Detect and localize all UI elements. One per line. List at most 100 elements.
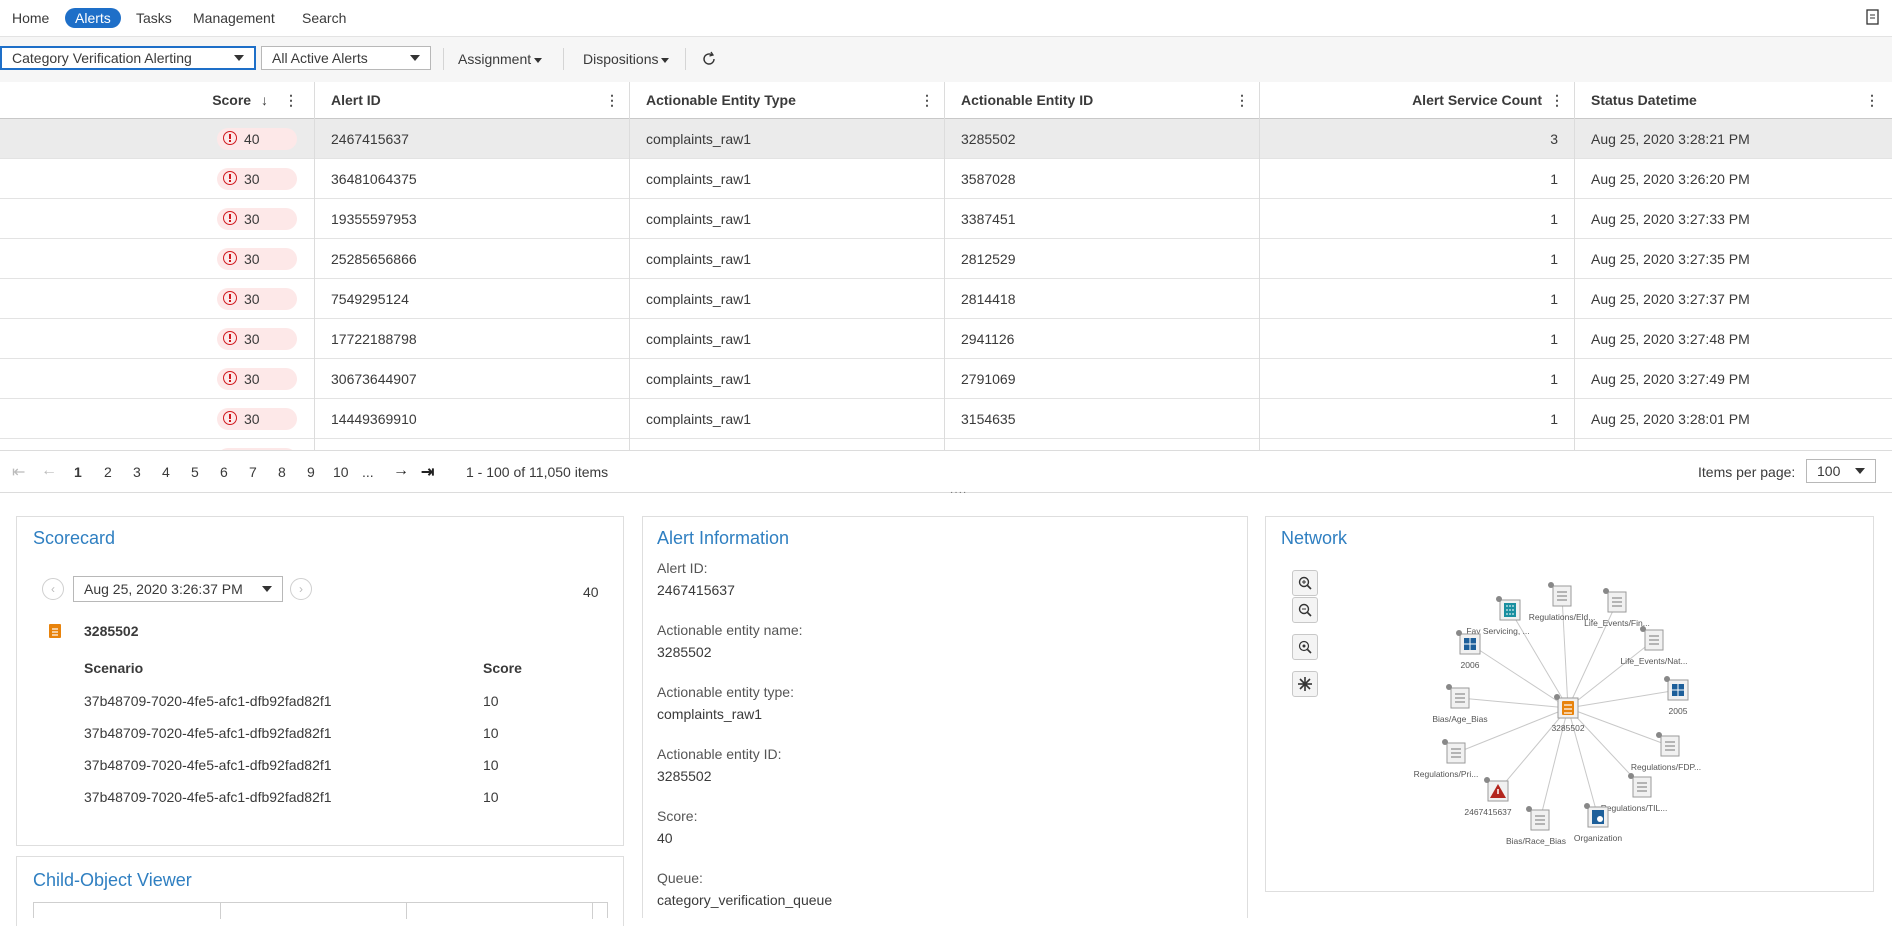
status-datetime-cell: Aug 25, 2020 3:28:01 PM — [1591, 411, 1750, 427]
network-node-building[interactable]: Fay Servicing, ... — [1466, 596, 1530, 636]
network-edge — [1459, 697, 1569, 709]
entity-id-cell: 3387451 — [961, 211, 1016, 227]
page-ellipsis[interactable]: ... — [362, 464, 374, 480]
child-object-viewer-title: Child-Object Viewer — [33, 870, 192, 890]
field-value: 2467415637 — [657, 582, 735, 598]
entity-id-cell: 3587028 — [961, 171, 1016, 187]
next-page-icon[interactable]: → — [393, 462, 409, 480]
table-row[interactable]: 30 17722188798 complaints_raw1 2941126 1 Aug … — [0, 319, 1892, 359]
table-row[interactable] — [0, 439, 1892, 450]
zoom-fit-button[interactable] — [1292, 634, 1318, 660]
column-menu-icon[interactable]: ⋮ — [920, 82, 934, 118]
column-header-alert-id[interactable]: Alert ID ⋮ — [315, 82, 629, 118]
page-number[interactable]: 2 — [104, 464, 112, 480]
scorecard-title: Scorecard — [33, 528, 116, 548]
page-number[interactable]: 1 — [74, 464, 82, 480]
nav-alerts[interactable]: Alerts — [65, 8, 121, 28]
table-row[interactable]: 30 36481064375 complaints_raw1 3587028 1 Aug … — [0, 159, 1892, 199]
column-header-score[interactable]: Score ↓ ⋮ — [0, 82, 314, 118]
column-menu-icon[interactable]: ⋮ — [1235, 82, 1249, 118]
items-per-page-select[interactable]: 100 — [1806, 459, 1876, 483]
snowflake-layout-icon — [1298, 677, 1312, 691]
field-label: Score: — [657, 808, 698, 824]
column-menu-icon[interactable]: ⋮ — [605, 82, 619, 118]
column-header-service-count[interactable]: Alert Service Count ⋮ — [1260, 82, 1574, 118]
layout-button[interactable] — [1292, 671, 1318, 697]
column-header-label: Alert Service Count — [1412, 92, 1542, 108]
nav-home[interactable]: Home — [2, 8, 59, 28]
column-divider — [314, 82, 315, 450]
network-graph[interactable]: Fay Servicing, ...Regulations/Eld...Life… — [1400, 570, 1760, 860]
table-row[interactable]: 30 25285656866 complaints_raw1 2812529 1 Aug … — [0, 239, 1892, 279]
service-count-cell: 3 — [1550, 131, 1558, 147]
table-row[interactable]: 30 19355597953 complaints_raw1 3387451 1 Aug … — [0, 199, 1892, 239]
top-navigation: Home Alerts Tasks Management Search — [0, 0, 1892, 37]
scorecard-date-select[interactable]: Aug 25, 2020 3:26:37 PM — [73, 576, 283, 602]
sort-descending-icon[interactable]: ↓ — [261, 92, 268, 108]
page-number[interactable]: 9 — [307, 464, 315, 480]
zoom-out-button[interactable] — [1292, 597, 1318, 623]
table-row[interactable]: 30 14449369910 complaints_raw1 3154635 1 Aug … — [0, 399, 1892, 439]
refresh-icon[interactable] — [701, 51, 717, 67]
zoom-out-icon — [1298, 603, 1312, 617]
zoom-in-icon — [1298, 576, 1312, 590]
nav-tasks[interactable]: Tasks — [126, 8, 182, 28]
network-node-grid[interactable]: 2005 — [1664, 676, 1689, 716]
column-header-entity-id[interactable]: Actionable Entity ID ⋮ — [945, 82, 1259, 118]
network-center-node[interactable]: 3285502 — [1551, 694, 1585, 733]
last-page-icon[interactable]: ⇥ — [421, 462, 434, 482]
scenario-score-cell: 10 — [483, 789, 499, 805]
dispositions-menu-button[interactable]: Dispositions — [583, 51, 670, 67]
table-row[interactable]: 40 2467415637 complaints_raw1 3285502 3 Aug 2… — [0, 119, 1892, 159]
page-number[interactable]: 3 — [133, 464, 141, 480]
network-node-document[interactable]: Regulations/Eld... — [1529, 582, 1596, 622]
page-number[interactable]: 10 — [333, 464, 349, 480]
network-node-label: Regulations/FDP... — [1631, 762, 1701, 772]
nav-search[interactable]: Search — [292, 8, 356, 28]
alert-filter-select[interactable]: All Active Alerts — [261, 46, 431, 70]
scenario-score-cell: 10 — [483, 757, 499, 773]
table-row[interactable]: 30 7549295124 complaints_raw1 2814418 1 Aug 2… — [0, 279, 1892, 319]
field-value: 40 — [657, 830, 673, 846]
column-menu-icon[interactable]: ⋮ — [1865, 82, 1879, 118]
network-node-document[interactable]: Regulations/Pri... — [1414, 739, 1479, 779]
column-header-entity-type[interactable]: Actionable Entity Type ⋮ — [630, 82, 944, 118]
alert-type-select[interactable]: Category Verification Alerting — [0, 46, 256, 70]
alert-circle-icon — [223, 131, 237, 145]
score-badge: 30 — [217, 408, 297, 430]
network-node-document[interactable]: Life_Events/Nat... — [1620, 626, 1688, 666]
first-page-icon[interactable]: ⇤ — [12, 462, 25, 482]
network-node-document[interactable]: Regulations/FDP... — [1631, 732, 1701, 772]
network-node-alert-triangle[interactable]: 2467415637 — [1464, 777, 1512, 817]
assignment-menu-button[interactable]: Assignment — [458, 51, 543, 67]
alerts-table: Score ↓ ⋮ Alert ID ⋮ Actionable Entity T… — [0, 82, 1892, 450]
network-node-label: Bias/Age_Bias — [1432, 714, 1487, 724]
nav-management[interactable]: Management — [183, 8, 285, 28]
score-value: 30 — [244, 291, 260, 307]
entity-type-cell: complaints_raw1 — [646, 211, 752, 227]
page-number[interactable]: 4 — [162, 464, 170, 480]
score-badge: 30 — [217, 368, 297, 390]
network-node-document[interactable]: Regulations/TIL... — [1601, 773, 1668, 813]
table-row[interactable]: 30 30673644907 complaints_raw1 2791069 1 Aug … — [0, 359, 1892, 399]
next-date-button[interactable]: › — [290, 578, 312, 600]
column-header-status-datetime[interactable]: Status Datetime ⋮ — [1575, 82, 1889, 118]
network-center-label: 3285502 — [1551, 723, 1584, 733]
report-icon[interactable] — [1866, 9, 1880, 25]
zoom-in-button[interactable] — [1292, 570, 1318, 596]
resize-handle[interactable]: ···· — [950, 487, 967, 498]
page-number[interactable]: 5 — [191, 464, 199, 480]
page-number[interactable]: 6 — [220, 464, 228, 480]
score-value: 30 — [244, 411, 260, 427]
network-node-grid[interactable]: 2006 — [1456, 630, 1481, 670]
scenario-cell: 37b48709-7020-4fe5-afc1-dfb92fad82f1 — [84, 789, 332, 805]
column-menu-icon[interactable]: ⋮ — [284, 82, 298, 118]
page-number[interactable]: 8 — [278, 464, 286, 480]
column-menu-icon[interactable]: ⋮ — [1550, 82, 1564, 118]
network-node-document[interactable]: Life_Events/Fin... — [1584, 588, 1650, 628]
previous-date-button[interactable]: ‹ — [42, 578, 64, 600]
previous-page-icon[interactable]: ← — [41, 462, 57, 480]
network-node-document[interactable]: Bias/Race_Bias — [1506, 806, 1566, 846]
page-number[interactable]: 7 — [249, 464, 257, 480]
network-node-document[interactable]: Bias/Age_Bias — [1432, 684, 1488, 724]
